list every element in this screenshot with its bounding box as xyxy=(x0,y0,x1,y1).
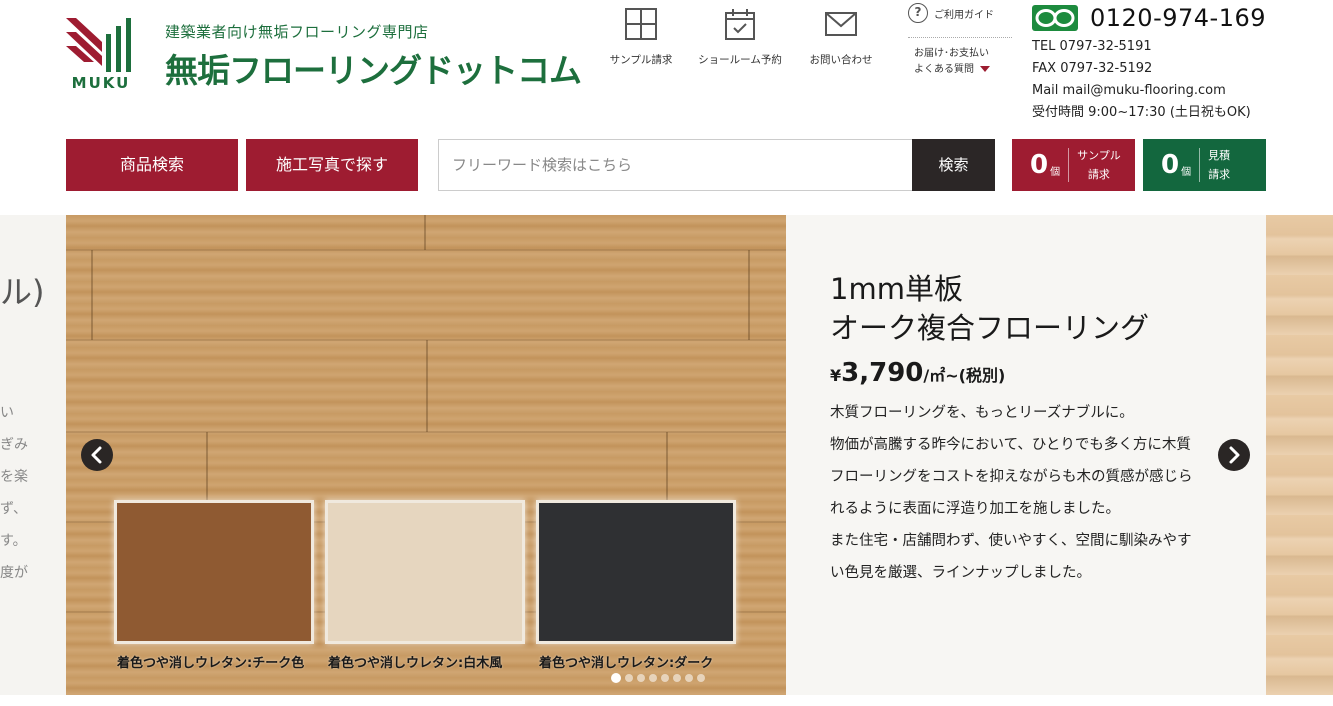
plank-seam xyxy=(426,340,428,432)
slide-dot[interactable] xyxy=(685,674,693,682)
price-amount: 3,790 xyxy=(841,358,924,388)
swatch-label-dark: 着色つや消しウレタン:ダーク xyxy=(539,656,714,671)
next-slide-peek xyxy=(1266,215,1333,695)
previous-slide-peek: ル) い ぎみ を楽 ず、 す。 度が xyxy=(0,215,66,695)
usage-guide-label: ご利用ガイド xyxy=(934,9,994,21)
description-line: また住宅・店舗問わず、使いやすく、空間に馴染みやす xyxy=(830,533,1192,549)
header-nav-contact[interactable]: お問い合わせ xyxy=(799,6,883,72)
quote-cart-unit: 個 xyxy=(1181,166,1192,178)
slide-dot[interactable] xyxy=(611,673,621,683)
peek-line: を楽 xyxy=(0,469,28,485)
description-line: フローリングをコストを抑えながらも木の質感が感じら xyxy=(830,469,1193,485)
slide-pagination xyxy=(611,673,705,683)
peek-line: ず、 xyxy=(0,501,28,517)
price: ¥3,790/㎡~(税別) xyxy=(830,358,1005,388)
slide-dot[interactable] xyxy=(637,674,645,682)
sample-cart-count: 0 xyxy=(1030,150,1049,180)
quote-cart-label-line1: 見積 xyxy=(1208,149,1231,162)
peek-line: い xyxy=(0,405,14,421)
logo-text: MUKU xyxy=(71,74,131,92)
quote-cart-label-line2: 請求 xyxy=(1208,168,1231,181)
caret-down-icon xyxy=(980,66,990,72)
search-submit-button[interactable]: 検索 xyxy=(912,139,995,191)
slide-dot[interactable] xyxy=(673,674,681,682)
grid-icon xyxy=(625,8,657,40)
site-logo[interactable]: MUKU xyxy=(66,18,136,92)
prev-slide-button[interactable] xyxy=(81,439,113,471)
price-unit: /㎡~(税別) xyxy=(923,366,1006,385)
slide-title-line2: オーク複合フローリング xyxy=(830,311,1150,345)
plank-seam xyxy=(91,250,93,340)
faq-link[interactable]: よくある質問 xyxy=(914,64,974,75)
quote-cart-label: 見積 請求 xyxy=(1208,146,1230,184)
site-tagline: 建築業者向け無垢フローリング専門店 xyxy=(165,23,429,41)
freedial-icon xyxy=(1032,5,1078,31)
slide-title: 1mm単板 オーク複合フローリング xyxy=(830,270,1149,348)
slide-title-line1: 1mm単板 xyxy=(830,272,963,306)
plank-seam xyxy=(424,215,426,250)
swatch-white-wood[interactable] xyxy=(325,500,525,644)
description-line: 物価が高騰する昨今において、ひとりでも多く方に木質 xyxy=(830,437,1191,453)
calendar-check-icon xyxy=(725,9,755,40)
swatch-label-teak: 着色つや消しウレタン:チーク色 xyxy=(117,656,305,671)
plank-seam xyxy=(748,250,750,340)
header-nav-label: お問い合わせ xyxy=(809,54,873,66)
business-hours: 受付時間 9:00~17:30 (土日祝もOK) xyxy=(1032,105,1251,120)
peek-line: ぎみ xyxy=(0,437,28,453)
question-icon: ? xyxy=(908,3,928,23)
mail-address[interactable]: Mail mail@muku-flooring.com xyxy=(1032,80,1322,102)
usage-guide: ? ご利用ガイド お届け･お支払い よくある質問 xyxy=(908,3,1012,78)
next-slide-button[interactable] xyxy=(1218,439,1250,471)
header-nav-label: サンプル請求 xyxy=(609,54,673,66)
oak-flooring-photo: 着色つや消しウレタン:チーク色 着色つや消しウレタン:白木風 着色つや消しウレタ… xyxy=(66,215,786,695)
fax-number: FAX 0797-32-5192 xyxy=(1032,61,1153,76)
logo-mark-icon xyxy=(66,18,131,72)
sample-cart-label: サンプル 請求 xyxy=(1077,146,1121,184)
slide-dot[interactable] xyxy=(649,674,657,682)
swatch-label-white-wood: 着色つや消しウレタン:白木風 xyxy=(328,656,503,671)
peek-heading: ル) xyxy=(0,273,45,311)
cart-divider xyxy=(1199,148,1201,182)
guide-divider xyxy=(908,37,1012,38)
description-line: い色見を厳選、ラインナップしました。 xyxy=(830,565,1091,581)
peek-line: す。 xyxy=(0,533,27,549)
slide-dot[interactable] xyxy=(661,674,669,682)
chevron-right-icon xyxy=(1229,446,1240,464)
slide-dot[interactable] xyxy=(697,674,705,682)
tel-number[interactable]: TEL 0797-32-5191 xyxy=(1032,36,1322,58)
chevron-left-icon xyxy=(91,446,102,464)
cart-divider xyxy=(1068,148,1070,182)
search-box xyxy=(438,139,912,191)
usage-guide-link[interactable]: ? ご利用ガイド xyxy=(908,3,1012,23)
photo-search-button[interactable]: 施工写真で探す xyxy=(246,139,418,191)
sample-cart-button[interactable]: 0 個 サンプル 請求 xyxy=(1012,139,1135,191)
sample-cart-label-line1: サンプル xyxy=(1077,149,1121,162)
sample-cart-unit: 個 xyxy=(1050,166,1061,178)
slide-dot[interactable] xyxy=(625,674,633,682)
description-line: 木質フローリングを、もっとリーズナブルに。 xyxy=(830,405,1134,421)
price-currency: ¥ xyxy=(830,366,842,385)
quote-cart-count: 0 xyxy=(1161,150,1180,180)
quote-cart-button[interactable]: 0 個 見積 請求 xyxy=(1143,139,1266,191)
header-nav-label: ショールーム予約 xyxy=(698,54,782,66)
swatch-dark[interactable] xyxy=(536,500,736,644)
hero-slide: 着色つや消しウレタン:チーク色 着色つや消しウレタン:白木風 着色つや消しウレタ… xyxy=(66,215,1266,695)
peek-line: 度が xyxy=(0,565,28,581)
header-nav-showroom[interactable]: ショールーム予約 xyxy=(698,6,782,72)
swatch-teak[interactable] xyxy=(114,500,314,644)
header-nav-sample-request[interactable]: サンプル請求 xyxy=(599,6,683,72)
description-line: れるように表面に浮造り加工を施しました。 xyxy=(830,501,1120,517)
delivery-payment-link[interactable]: お届け･お支払い xyxy=(914,46,1012,62)
site-name[interactable]: 無垢フローリングドットコム xyxy=(165,44,582,92)
product-search-button[interactable]: 商品検索 xyxy=(66,139,238,191)
guide-dropdown[interactable]: お届け･お支払い よくある質問 xyxy=(908,46,1012,78)
mail-icon xyxy=(825,12,857,36)
contact-info: 0120-974-169 TEL 0797-32-5191 FAX 0797-3… xyxy=(1032,2,1322,124)
search-input[interactable] xyxy=(439,140,912,190)
slide-description: 木質フローリングを、もっとリーズナブルに。 物価が高騰する昨今において、ひとりで… xyxy=(830,397,1234,589)
sample-cart-label-line2: 請求 xyxy=(1087,168,1110,181)
freedial-number[interactable]: 0120-974-169 xyxy=(1090,4,1266,32)
